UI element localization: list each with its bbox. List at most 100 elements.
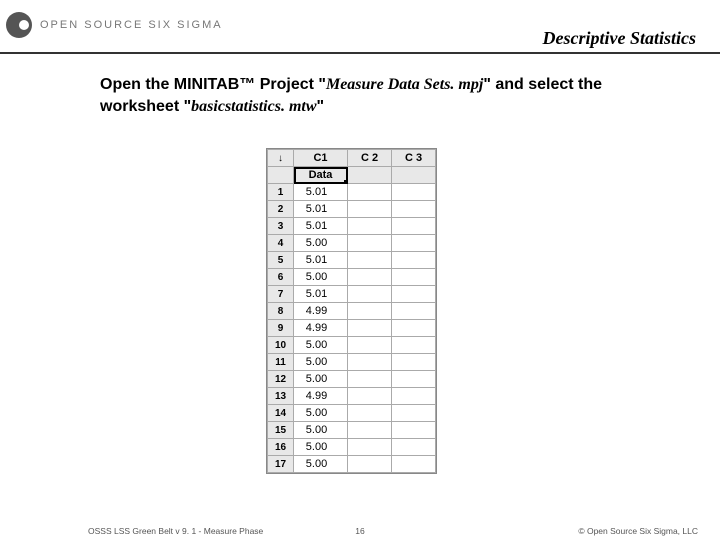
empty-cell (392, 252, 436, 269)
row-header: 4 (268, 235, 294, 252)
table-row: 155.00 (268, 422, 436, 439)
data-cell: 5.01 (294, 286, 348, 303)
empty-cell (348, 320, 392, 337)
table-row: 105.00 (268, 337, 436, 354)
table-row: 25.01 (268, 201, 436, 218)
instruction-text: Open the MINITAB™ Project "Measure Data … (100, 74, 660, 117)
empty-cell (348, 303, 392, 320)
row-header: 11 (268, 354, 294, 371)
table-row: 15.01 (268, 184, 436, 201)
data-cell: 5.00 (294, 422, 348, 439)
data-cell: 5.00 (294, 269, 348, 286)
data-cell: 5.00 (294, 337, 348, 354)
col-header-c3: C 3 (392, 150, 436, 167)
table-row: 134.99 (268, 388, 436, 405)
table-row: 35.01 (268, 218, 436, 235)
empty-cell (348, 286, 392, 303)
empty-cell (348, 371, 392, 388)
empty-cell (348, 235, 392, 252)
name-row-header (268, 167, 294, 184)
page-title: Descriptive Statistics (543, 28, 696, 49)
empty-cell (348, 405, 392, 422)
col-header-c1: C1 (294, 150, 348, 167)
empty-cell (348, 218, 392, 235)
table-row: 84.99 (268, 303, 436, 320)
table-row: 65.00 (268, 269, 436, 286)
table-row: 45.00 (268, 235, 436, 252)
footer-page-number: 16 (355, 526, 364, 536)
empty-cell (392, 184, 436, 201)
row-header: 8 (268, 303, 294, 320)
empty-cell (348, 269, 392, 286)
empty-cell (392, 269, 436, 286)
row-header: 15 (268, 422, 294, 439)
table-row: 94.99 (268, 320, 436, 337)
empty-cell (392, 201, 436, 218)
empty-cell (348, 354, 392, 371)
instr-file-2: basicstatistics. mtw (191, 98, 316, 115)
data-cell: 5.00 (294, 405, 348, 422)
table-row: 145.00 (268, 405, 436, 422)
empty-cell (392, 303, 436, 320)
row-header: 13 (268, 388, 294, 405)
empty-cell (392, 320, 436, 337)
footer-right: © Open Source Six Sigma, LLC (578, 526, 698, 536)
instr-part-3: " (317, 98, 325, 115)
table-row: 175.00 (268, 456, 436, 473)
table-row: 115.00 (268, 354, 436, 371)
data-cell: 5.00 (294, 439, 348, 456)
empty-cell (348, 201, 392, 218)
slide-header: OPEN SOURCE SIX SIGMA Descriptive Statis… (0, 8, 720, 54)
empty-cell (392, 388, 436, 405)
table-row: 165.00 (268, 439, 436, 456)
worksheet-table: ↓ C1 C 2 C 3 Data 15.0125.0135.0145.0055… (266, 148, 437, 474)
instr-file-1: Measure Data Sets. mpj (326, 76, 483, 93)
row-header: 5 (268, 252, 294, 269)
data-cell: 5.00 (294, 371, 348, 388)
empty-cell (348, 422, 392, 439)
data-cell: 4.99 (294, 388, 348, 405)
row-header: 6 (268, 269, 294, 286)
row-header: 16 (268, 439, 294, 456)
table-corner: ↓ (268, 150, 294, 167)
empty-cell (392, 422, 436, 439)
empty-cell (392, 354, 436, 371)
table-row: 125.00 (268, 371, 436, 388)
brand-logo: OPEN SOURCE SIX SIGMA (6, 12, 223, 38)
logo-icon (6, 12, 32, 38)
empty-cell (392, 286, 436, 303)
row-header: 17 (268, 456, 294, 473)
logo-text: OPEN SOURCE SIX SIGMA (40, 19, 223, 31)
empty-cell (392, 371, 436, 388)
data-cell: 5.00 (294, 354, 348, 371)
data-cell: 5.01 (294, 184, 348, 201)
row-header: 12 (268, 371, 294, 388)
row-header: 9 (268, 320, 294, 337)
footer-left: OSSS LSS Green Belt v 9. 1 - Measure Pha… (88, 526, 263, 536)
data-cell: 5.01 (294, 201, 348, 218)
row-header: 3 (268, 218, 294, 235)
row-header: 1 (268, 184, 294, 201)
empty-cell (348, 337, 392, 354)
col-header-c2: C 2 (348, 150, 392, 167)
data-cell: 4.99 (294, 303, 348, 320)
empty-cell (348, 388, 392, 405)
data-cell: 5.00 (294, 456, 348, 473)
empty-cell (348, 184, 392, 201)
empty-cell (392, 337, 436, 354)
instr-part-1: Open the MINITAB™ Project " (100, 76, 326, 93)
empty-cell (392, 235, 436, 252)
empty-cell (392, 218, 436, 235)
empty-cell (348, 439, 392, 456)
col-name-c3 (392, 167, 436, 184)
row-header: 10 (268, 337, 294, 354)
empty-cell (348, 252, 392, 269)
table-row: 55.01 (268, 252, 436, 269)
row-header: 14 (268, 405, 294, 422)
empty-cell (392, 405, 436, 422)
data-cell: 5.01 (294, 252, 348, 269)
data-cell: 5.00 (294, 235, 348, 252)
data-cell: 5.01 (294, 218, 348, 235)
col-name-c2 (348, 167, 392, 184)
col-name-data: Data (294, 167, 348, 184)
